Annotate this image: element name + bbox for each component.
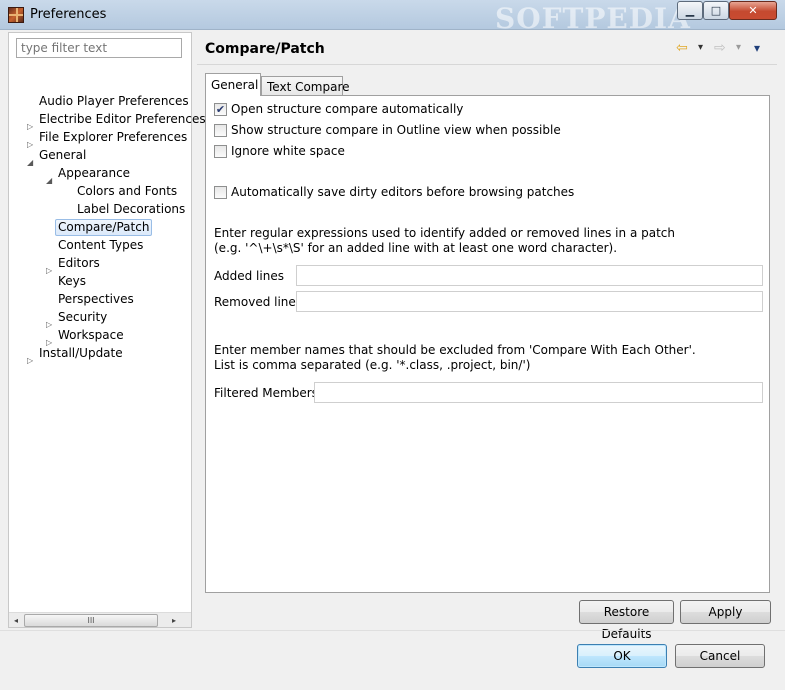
collapse-arrow-icon[interactable]: ◢ xyxy=(27,154,35,171)
auto-save-dirty-editors-checkbox[interactable]: Automatically save dirty editors before … xyxy=(214,184,574,200)
window-title: Preferences xyxy=(30,7,107,22)
filtered-members-label: Filtered Members: xyxy=(214,386,322,400)
scroll-right-arrow-icon[interactable]: ▸ xyxy=(167,613,181,628)
ok-button[interactable]: OK xyxy=(577,644,667,668)
expand-arrow-icon[interactable]: ▷ xyxy=(27,352,35,369)
tree-item-perspectives[interactable]: Perspectives xyxy=(56,291,136,308)
close-button[interactable]: ✕ xyxy=(729,1,777,20)
checkbox-label: Show structure compare in Outline view w… xyxy=(231,123,561,137)
tree-item-audio-player-preferences[interactable]: Audio Player Preferences xyxy=(37,93,191,110)
watermark: SOFTPEDIA xyxy=(495,2,691,35)
forward-dropdown-icon[interactable]: ▾ xyxy=(736,39,741,57)
collapse-arrow-icon[interactable]: ◢ xyxy=(46,172,54,189)
checkmark-icon[interactable]: ✔ xyxy=(214,102,227,116)
tree-item-label-decorations[interactable]: Label Decorations xyxy=(75,201,187,218)
apply-button[interactable]: Apply xyxy=(680,600,771,624)
regex-info-line-2: (e.g. '^\+\s*\S' for an added line with … xyxy=(214,241,618,255)
removed-lines-label: Removed lines xyxy=(214,295,303,309)
tree-item-content-types[interactable]: Content Types xyxy=(56,237,145,254)
tree-item-appearance[interactable]: Appearance xyxy=(56,165,132,182)
preferences-tree-panel: ▷ ▷ ◢ ◢ ▷ ▷ ▷ ▷ Audio Player Preferences… xyxy=(8,32,206,628)
filtered-members-input[interactable] xyxy=(314,382,763,403)
page-title: Compare/Patch xyxy=(205,41,325,57)
tab-text-compare[interactable]: Text Compare xyxy=(261,76,350,96)
maximize-button[interactable]: □ xyxy=(703,1,729,20)
checkbox-box[interactable] xyxy=(214,123,227,137)
expand-arrow-icon[interactable]: ▷ xyxy=(46,262,54,279)
minimize-button[interactable]: ▁ xyxy=(677,1,703,20)
horizontal-scrollbar[interactable]: ◂ III ▸ xyxy=(9,612,191,627)
filter-input[interactable] xyxy=(16,38,182,58)
added-lines-label: Added lines xyxy=(214,269,284,283)
back-dropdown-icon[interactable]: ▾ xyxy=(698,39,703,57)
view-menu-icon[interactable]: ▾ xyxy=(754,39,760,57)
restore-defaults-button[interactable]: Restore Defaults xyxy=(579,600,674,641)
back-arrow-icon[interactable]: ⇦ xyxy=(676,39,688,57)
open-structure-compare-checkbox[interactable]: ✔ Open structure compare automatically xyxy=(214,101,463,117)
title-bar: Preferences SOFTPEDIA ▁ □ ✕ xyxy=(0,0,785,35)
cancel-button[interactable]: Cancel xyxy=(675,644,765,668)
general-tab-content: ✔ Open structure compare automatically S… xyxy=(205,95,770,593)
members-info-line-1: Enter member names that should be exclud… xyxy=(214,343,696,357)
expand-arrow-icon[interactable]: ▷ xyxy=(46,316,54,333)
checkbox-box[interactable] xyxy=(214,144,227,158)
expand-arrow-icon[interactable]: ▷ xyxy=(27,136,35,153)
forward-arrow-icon[interactable]: ⇨ xyxy=(714,39,726,57)
tree-item-workspace[interactable]: Workspace xyxy=(56,327,126,344)
tree-item-keys[interactable]: Keys xyxy=(56,273,88,290)
checkbox-label: Ignore white space xyxy=(231,144,345,158)
ignore-white-space-checkbox[interactable]: Ignore white space xyxy=(214,143,345,159)
members-info-line-2: List is comma separated (e.g. '*.class, … xyxy=(214,358,531,372)
show-outline-compare-checkbox[interactable]: Show structure compare in Outline view w… xyxy=(214,122,561,138)
tab-general[interactable]: General xyxy=(205,73,261,96)
removed-lines-input[interactable] xyxy=(296,291,763,312)
tree-item-compare-patch[interactable]: Compare/Patch xyxy=(55,219,153,236)
tree-item-security[interactable]: Security xyxy=(56,309,109,326)
scrollbar-thumb[interactable]: III xyxy=(24,614,158,627)
tree-item-general[interactable]: General xyxy=(37,147,88,164)
scroll-left-arrow-icon[interactable]: ◂ xyxy=(9,613,23,628)
tree-item-electribe-editor-preferences[interactable]: Electribe Editor Preferences xyxy=(37,111,208,128)
tree-item-install-update[interactable]: Install/Update xyxy=(37,345,125,362)
tree-item-editors[interactable]: Editors xyxy=(56,255,102,272)
app-icon xyxy=(8,7,24,23)
checkbox-label: Open structure compare automatically xyxy=(231,102,464,116)
added-lines-input[interactable] xyxy=(296,265,763,286)
regex-info-line-1: Enter regular expressions used to identi… xyxy=(214,226,675,240)
bottom-separator xyxy=(0,630,785,631)
checkbox-label: Automatically save dirty editors before … xyxy=(231,185,575,199)
tree-item-colors-and-fonts[interactable]: Colors and Fonts xyxy=(75,183,179,200)
tree-item-file-explorer-preferences[interactable]: File Explorer Preferences xyxy=(37,129,189,146)
checkbox-box[interactable] xyxy=(214,185,227,199)
header-separator xyxy=(197,64,777,65)
expand-arrow-icon[interactable]: ▷ xyxy=(27,118,35,135)
